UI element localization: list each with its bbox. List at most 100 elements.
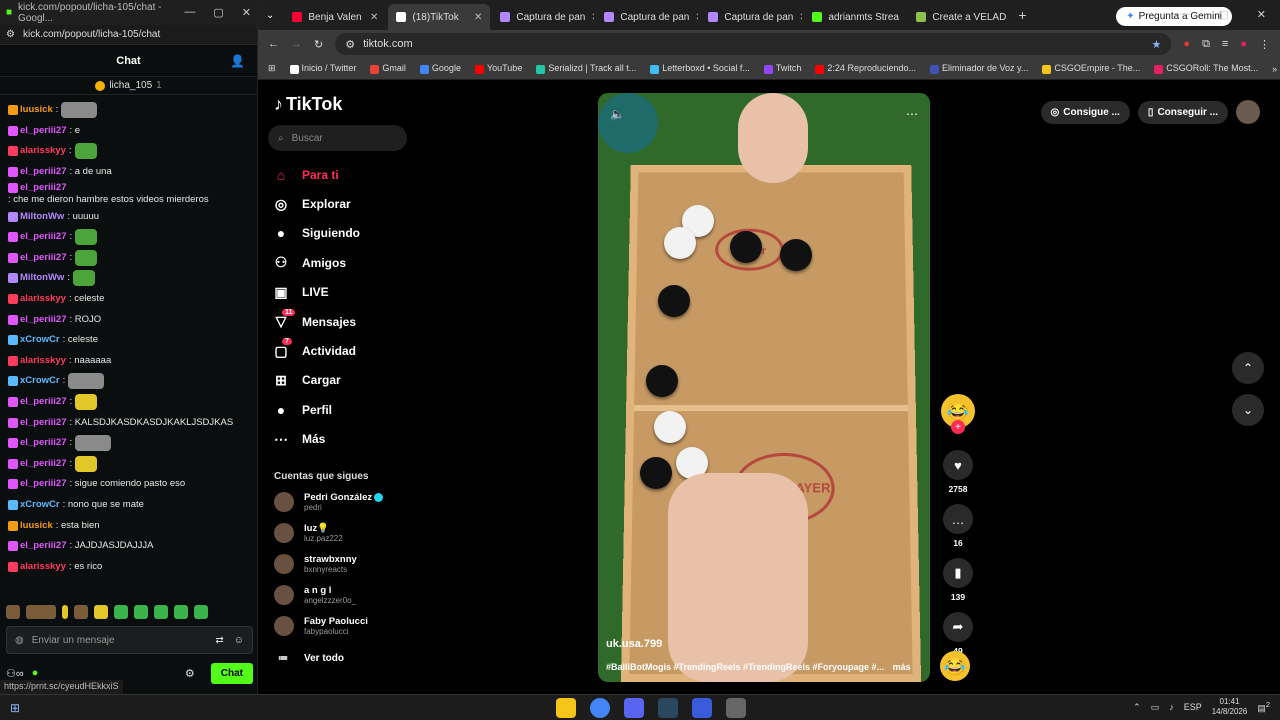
emote-icon[interactable] — [6, 605, 20, 619]
browser-tab[interactable]: Create a VELAD ✕ — [908, 4, 1010, 30]
chat-username[interactable]: el_periii27 — [20, 314, 66, 326]
new-tab-button[interactable]: + — [1018, 7, 1026, 23]
bookmark-item[interactable]: Inicio / Twitter — [289, 63, 356, 74]
chat-username[interactable]: el_periii27 — [20, 182, 66, 194]
extensions-puzzle-icon[interactable]: ⧉ — [1202, 38, 1210, 51]
emote-icon[interactable] — [194, 605, 208, 619]
following-account[interactable]: Faby Paolucci fabypaolucci — [274, 612, 424, 640]
kick-logo-icon[interactable]: ● — [32, 667, 39, 679]
nav-item-mensajes[interactable]: ▽ Mensajes 11 — [272, 307, 412, 336]
chat-username[interactable]: xCrowCr — [20, 375, 60, 387]
video-player[interactable]: Super Super PLAYER 🔈 ⋯ uk.usa.799 #Balli… — [598, 93, 930, 682]
browser-tab[interactable]: Captura de pan ✕ — [700, 4, 802, 30]
chat-username[interactable]: el_periii27 — [20, 231, 66, 243]
sound-disc-icon[interactable]: 😂 — [940, 651, 970, 681]
pinned-user-bar[interactable]: licha_105 1 — [0, 77, 257, 95]
chat-username[interactable]: el_periii27 — [20, 417, 66, 429]
following-account[interactable]: a n g l angelzzzer0o_ — [274, 581, 424, 609]
chat-username[interactable]: el_periii27 — [20, 478, 66, 490]
like-heart-icon[interactable]: ♥ — [943, 450, 973, 480]
omnibox[interactable]: ⚙ tiktok.com ★ — [335, 33, 1172, 55]
clock[interactable]: 01:41 14/8/2026 — [1212, 697, 1248, 717]
nav-item-live[interactable]: ▣ LIVE — [272, 278, 412, 307]
close-button[interactable]: ✕ — [242, 6, 251, 19]
emote-icon[interactable] — [94, 605, 108, 619]
chat-username[interactable]: alarisskyy — [20, 561, 66, 573]
nav-item-actividad[interactable]: ▢ Actividad 7 — [272, 336, 412, 365]
emote-icon[interactable] — [26, 605, 56, 619]
share-arrow-icon[interactable]: ➦ — [943, 612, 973, 642]
view-all-link[interactable]: ≔ Ver todo — [278, 653, 344, 664]
nav-item-más[interactable]: ⋯ Más — [272, 425, 412, 454]
chat-username[interactable]: MiltonWw — [20, 211, 64, 223]
browser-tab[interactable]: Benja Valen ✕ — [284, 4, 386, 30]
chat-emote[interactable] — [75, 249, 98, 266]
nav-item-para-ti[interactable]: ⌂ Para ti — [272, 160, 412, 189]
tab-close-icon[interactable]: ✕ — [370, 12, 378, 23]
emote-icon[interactable] — [114, 605, 128, 619]
chat-username[interactable]: alarisskyy — [20, 293, 66, 305]
chat-emote[interactable] — [75, 435, 112, 452]
forward-icon[interactable]: → — [291, 38, 302, 50]
language-indicator[interactable]: ESP — [1184, 702, 1202, 712]
nav-item-explorar[interactable]: ◎ Explorar — [272, 189, 412, 218]
apps-grid-icon[interactable]: ⊞ — [268, 63, 276, 74]
bookmark-item[interactable]: YouTube — [474, 63, 522, 74]
emoji-picker-icon[interactable]: ☺ — [234, 635, 244, 646]
send-chat-button[interactable]: Chat — [210, 662, 253, 684]
chat-username[interactable]: luusick — [20, 520, 53, 532]
translate-icon[interactable]: ⇄ — [215, 635, 223, 646]
video-hashtags[interactable]: #BalliBotMogis #TrendingReels #TrendingR… — [606, 662, 884, 672]
chat-username[interactable]: alarisskyy — [20, 355, 66, 367]
kick-url-bar[interactable]: ⚙ kick.com/popout/licha-105/chat — [0, 25, 257, 45]
chat-username[interactable]: el_periii27 — [20, 166, 66, 178]
volume-icon[interactable]: 🔈 — [610, 107, 625, 121]
bookmarks-overflow-icon[interactable]: » — [1272, 64, 1277, 74]
app-icon[interactable] — [726, 698, 746, 718]
next-video-button[interactable]: ⌄ — [1232, 394, 1264, 426]
maximize-button[interactable]: ▢ — [213, 6, 223, 19]
chat-username[interactable]: el_periii27 — [20, 396, 66, 408]
steam-icon[interactable] — [658, 698, 678, 718]
nav-item-cargar[interactable]: ⊞ Cargar — [272, 366, 412, 395]
chat-message-list[interactable]: luusick: el_periii27: e alarisskyy: el_peri… — [0, 96, 257, 600]
creator-avatar[interactable]: 😂 + — [941, 394, 975, 434]
minimize-button[interactable]: — — [184, 6, 195, 19]
tab-close-icon[interactable]: ✕ — [905, 12, 906, 23]
caption-more-button[interactable]: más — [893, 662, 911, 672]
video-author[interactable]: uk.usa.799 — [606, 638, 662, 650]
bookmark-item[interactable]: Eliminador de Voz y... — [930, 63, 1028, 74]
bookmark-icon[interactable]: ▮ — [943, 558, 973, 588]
discord-icon[interactable] — [624, 698, 644, 718]
tiktok-logo[interactable]: ♪ TikTok — [274, 94, 342, 115]
emote-icon[interactable] — [62, 605, 68, 619]
nav-item-siguiendo[interactable]: ● Siguiendo — [272, 219, 412, 248]
site-info-icon[interactable]: ⚙ — [6, 29, 15, 40]
tab-close-icon[interactable]: ✕ — [695, 12, 698, 23]
reload-icon[interactable]: ↻ — [314, 38, 323, 51]
tray-overflow-icon[interactable]: ⌃ — [1133, 702, 1141, 713]
chrome-icon[interactable] — [590, 698, 610, 718]
bookmark-star-icon[interactable]: ★ — [1152, 38, 1162, 51]
bookmark-item[interactable]: Twitch — [763, 63, 801, 74]
maximize-button[interactable]: ▢ — [1218, 8, 1228, 21]
chat-username[interactable]: el_periii27 — [20, 437, 66, 449]
emote-icon[interactable] — [74, 605, 88, 619]
bookmark-item[interactable]: Gmail — [370, 63, 406, 74]
previous-video-button[interactable]: ⌃ — [1232, 352, 1264, 384]
chat-username[interactable]: alarisskyy — [20, 145, 66, 157]
bookmark-item[interactable]: Google — [419, 63, 461, 74]
chat-emote[interactable] — [74, 143, 97, 160]
get-coins-button[interactable]: ◎ Consigue ... — [1040, 100, 1130, 124]
chat-emote[interactable] — [68, 373, 105, 390]
bookmark-item[interactable]: CSGOEmpire - The... — [1042, 63, 1140, 74]
browser-tab[interactable]: (18)TikTok ✕ — [388, 4, 491, 30]
minimize-button[interactable]: — — [1179, 8, 1190, 21]
chat-username[interactable]: MiltonWw — [20, 272, 64, 284]
following-account[interactable]: strawbxnny bxnnyreacts — [274, 550, 424, 578]
user-list-icon[interactable]: 👤 — [230, 54, 245, 68]
browser-tab[interactable]: Captura de pan ✕ — [492, 4, 594, 30]
get-app-button[interactable]: ▯ Conseguir ... — [1137, 100, 1228, 124]
tab-close-icon[interactable]: ✕ — [591, 12, 594, 23]
emote-icon[interactable] — [134, 605, 148, 619]
